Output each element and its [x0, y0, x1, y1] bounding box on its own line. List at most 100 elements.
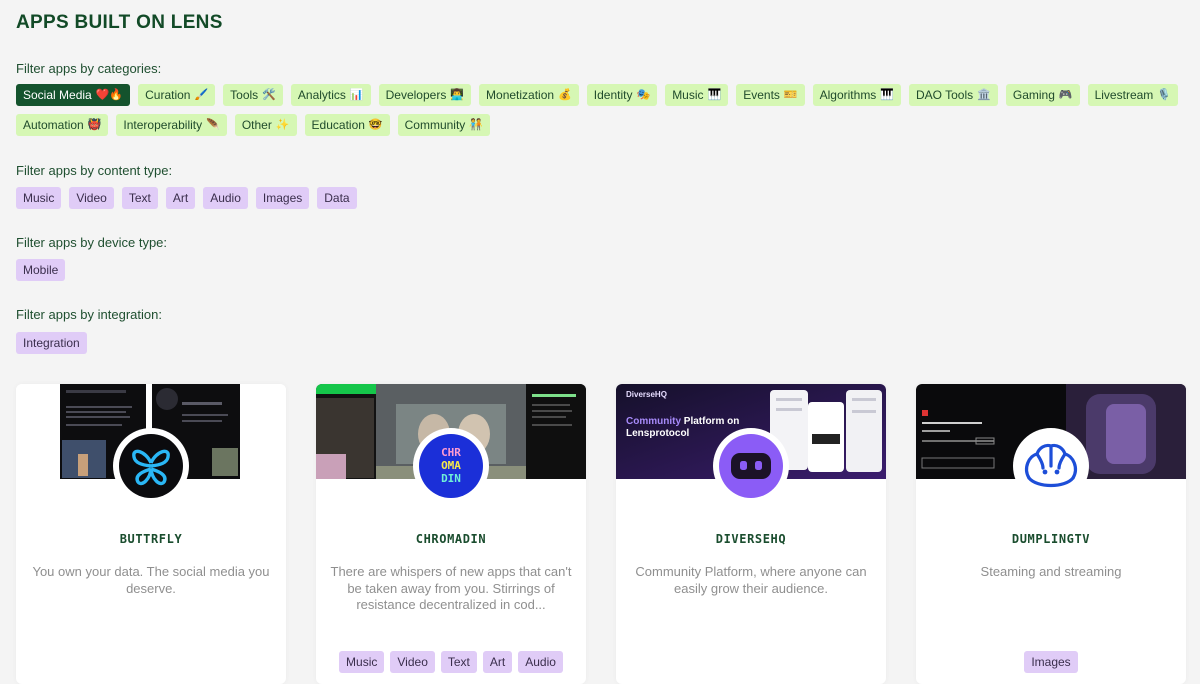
chip-emoji-icon: 🎹: [707, 88, 722, 101]
app-logo: [113, 428, 189, 504]
chip-label: Developers: [385, 88, 447, 102]
robot-face-icon: [719, 434, 783, 498]
chip-emoji-icon: 🎹: [880, 88, 895, 101]
category-chip-livestream[interactable]: Livestream 🎙️: [1087, 84, 1178, 106]
chip-emoji-icon: 🪶: [206, 118, 220, 131]
dumpling-icon: [1019, 434, 1083, 498]
chip-label: Education: [311, 118, 365, 132]
integration-filter-label: Filter apps by integration:: [16, 307, 162, 322]
category-chip-dao-tools[interactable]: DAO Tools 🏛️: [909, 84, 998, 106]
category-chip-identity[interactable]: Identity 🎭: [586, 84, 658, 106]
content-type-chip-list: Music Video Text Art Audio Images Data: [16, 187, 1186, 209]
chip-emoji-icon: 🧑‍🤝‍🧑: [469, 118, 484, 131]
chip-label: Algorithms: [819, 88, 877, 102]
content-type-chip-art[interactable]: Art: [165, 187, 196, 209]
chip-label: Social Media: [23, 88, 92, 102]
chip-emoji-icon: 👹: [87, 118, 102, 131]
chip-emoji-icon: 🏛️: [977, 88, 991, 101]
content-type-chip-text[interactable]: Text: [121, 187, 158, 209]
app-logo: [1013, 428, 1089, 504]
chip-emoji-icon: ✨: [275, 118, 290, 131]
category-chip-gaming[interactable]: Gaming 🎮: [1005, 84, 1080, 106]
device-type-chip-mobile[interactable]: Mobile: [16, 259, 66, 281]
app-card-chromadin[interactable]: CHR OMA DIN CHROMADIN There are whispers…: [316, 384, 586, 684]
app-description: You own your data. The social media you …: [32, 564, 270, 596]
content-type-filter-label: Filter apps by content type:: [16, 163, 173, 178]
chip-emoji-icon: 🤓: [368, 118, 383, 131]
logo-text-line: OMA: [441, 459, 461, 472]
app-tag-art[interactable]: Art: [482, 651, 513, 673]
app-tag-music[interactable]: Music: [339, 651, 385, 673]
chip-label: Music: [672, 88, 704, 102]
logo-text-line: DIN: [441, 472, 461, 485]
chip-emoji-icon: 💰: [558, 88, 572, 101]
category-chip-social-media[interactable]: Social Media ❤️🔥: [16, 84, 131, 106]
banner-headline-accent: Community: [626, 416, 681, 427]
app-tag-images[interactable]: Images: [1024, 651, 1078, 673]
app-card-grid: BUTTRFLY You own your data. The social m…: [16, 384, 1186, 684]
content-type-chip-video[interactable]: Video: [69, 187, 114, 209]
app-card-diversehq[interactable]: DiverseHQ Community Platform on Lensprot…: [616, 384, 886, 684]
category-chip-education[interactable]: Education 🤓: [304, 114, 390, 136]
app-description: There are whispers of new apps that can'…: [330, 564, 572, 612]
chip-emoji-icon: 📊: [349, 88, 364, 101]
chip-label: Curation: [145, 88, 191, 102]
category-chip-curation[interactable]: Curation 🖌️: [138, 84, 216, 106]
chip-label: Livestream: [1094, 88, 1154, 102]
app-tag-audio[interactable]: Audio: [518, 651, 563, 673]
category-chip-automation[interactable]: Automation 👹: [16, 114, 109, 136]
category-chip-tools[interactable]: Tools 🛠️: [223, 84, 283, 106]
chip-emoji-icon: 🎫: [783, 88, 798, 101]
device-type-chip-list: Mobile: [16, 259, 1186, 281]
category-chip-other[interactable]: Other ✨: [234, 114, 297, 136]
chip-label: Tools: [230, 88, 259, 102]
category-chip-community[interactable]: Community 🧑‍🤝‍🧑: [397, 114, 491, 136]
chip-label: Analytics: [297, 88, 346, 102]
chip-emoji-icon: 🖌️: [194, 88, 209, 101]
content-type-chip-images[interactable]: Images: [255, 187, 310, 209]
chip-label: Other: [241, 118, 272, 132]
banner-brand: DiverseHQ: [626, 390, 667, 399]
app-tag-list: Images: [916, 651, 1186, 673]
chip-label: Automation: [23, 118, 84, 132]
category-chip-algorithms[interactable]: Algorithms 🎹: [812, 84, 902, 106]
app-name: DIVERSEHQ: [715, 532, 787, 546]
chip-label: Identity: [593, 88, 633, 102]
chip-label: DAO Tools: [916, 88, 974, 102]
app-tag-text[interactable]: Text: [440, 651, 477, 673]
category-chip-monetization[interactable]: Monetization 💰: [479, 84, 579, 106]
app-tag-video[interactable]: Video: [390, 651, 435, 673]
content-type-chip-music[interactable]: Music: [16, 187, 62, 209]
category-chip-events[interactable]: Events 🎫: [736, 84, 805, 106]
content-type-chip-data[interactable]: Data: [317, 187, 357, 209]
integration-chip-integration[interactable]: Integration: [16, 332, 87, 354]
chip-emoji-icon: 🎮: [1058, 88, 1073, 101]
chip-emoji-icon: 🎭: [636, 88, 651, 101]
butterfly-icon: [119, 434, 183, 498]
integration-chip-list: Integration: [16, 332, 1186, 354]
app-description: Steaming and streaming: [980, 564, 1122, 579]
chip-label: Gaming: [1012, 88, 1055, 102]
app-card-buttrfly[interactable]: BUTTRFLY You own your data. The social m…: [16, 384, 286, 684]
app-logo: [713, 428, 789, 504]
chip-emoji-icon: 👨‍💻: [450, 88, 465, 101]
chip-label: Monetization: [486, 88, 555, 102]
chromadin-logo-icon: CHR OMA DIN: [419, 434, 483, 498]
chip-label: Events: [743, 88, 780, 102]
category-chip-music[interactable]: Music 🎹: [665, 84, 729, 106]
app-description: Community Platform, where anyone can eas…: [635, 564, 867, 596]
content-type-chip-audio[interactable]: Audio: [203, 187, 248, 209]
category-filter-label: Filter apps by categories:: [16, 61, 162, 76]
category-chip-developers[interactable]: Developers 👨‍💻: [378, 84, 472, 106]
page-title: APPS BUILT ON LENS: [16, 12, 223, 33]
app-name: BUTTRFLY: [119, 532, 183, 546]
app-card-dumplingtv[interactable]: DUMPLINGTV Steaming and streaming Images: [916, 384, 1186, 684]
chip-label: Interoperability: [123, 118, 203, 132]
app-logo: CHR OMA DIN: [413, 428, 489, 504]
category-chip-analytics[interactable]: Analytics 📊: [290, 84, 371, 106]
chip-emoji-icon: 🛠️: [262, 88, 276, 101]
app-name: DUMPLINGTV: [1011, 532, 1091, 546]
app-tag-list: Music Video Text Art Audio: [316, 651, 586, 673]
category-chip-interoperability[interactable]: Interoperability 🪶: [116, 114, 227, 136]
chip-label: Community: [404, 118, 466, 132]
